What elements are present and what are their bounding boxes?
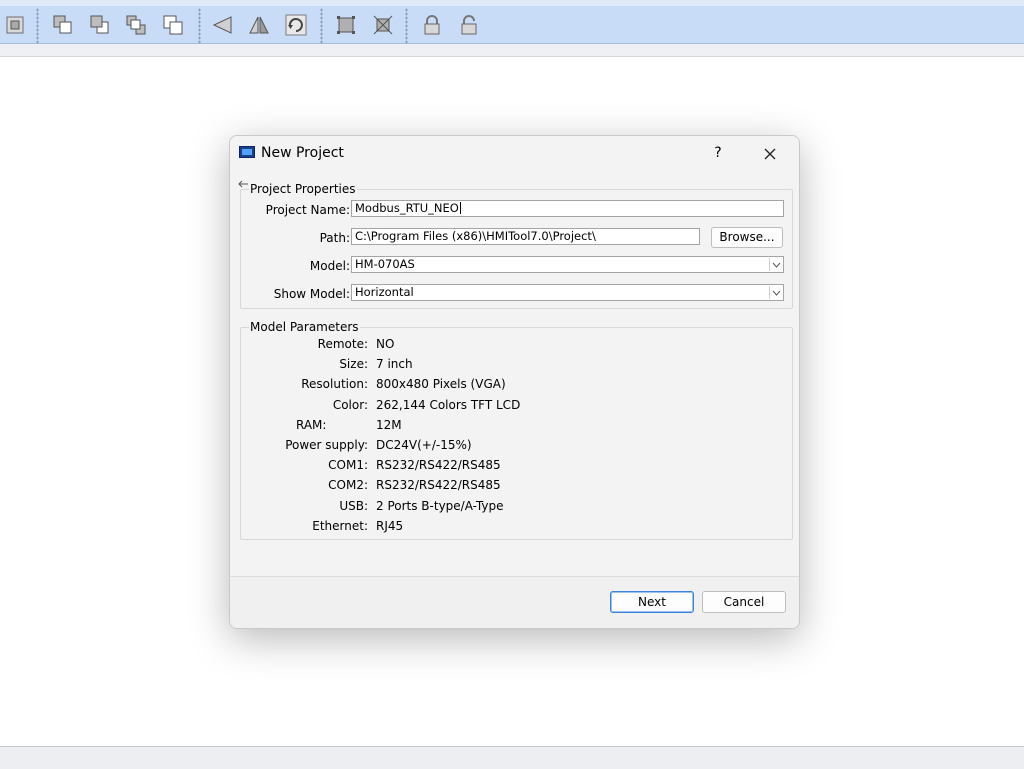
param-label: Resolution:: [301, 377, 368, 391]
ruler-strip: [0, 44, 1024, 57]
param-value: RS232/RS422/RS485: [376, 478, 501, 492]
param-label: USB:: [339, 499, 368, 513]
path-label: Path:: [319, 231, 350, 245]
show-model-value: Horizontal: [355, 285, 414, 299]
next-button[interactable]: Next: [610, 591, 694, 613]
cancel-button[interactable]: Cancel: [702, 591, 786, 613]
param-value: 12M: [376, 418, 402, 432]
param-label: Size:: [339, 357, 368, 371]
unlock-icon[interactable]: [456, 12, 482, 38]
project-name-label: Project Name:: [265, 203, 350, 217]
object-icon[interactable]: [2, 12, 28, 38]
project-name-value: Modbus_RTU_NEO: [355, 201, 459, 215]
bring-front-icon[interactable]: [50, 12, 76, 38]
group-icon[interactable]: [333, 12, 359, 38]
close-icon: [764, 148, 776, 160]
param-label: COM1:: [328, 458, 368, 472]
browse-button[interactable]: Browse...: [711, 227, 783, 248]
status-bar: [0, 746, 1024, 769]
param-label: Remote:: [317, 337, 368, 351]
param-value: RJ45: [376, 519, 404, 533]
project-name-input[interactable]: Modbus_RTU_NEO: [351, 200, 784, 217]
param-label: Power supply:: [285, 438, 368, 452]
ungroup-icon[interactable]: [370, 12, 396, 38]
rotate-icon[interactable]: [283, 12, 309, 38]
close-button[interactable]: [752, 142, 788, 166]
show-model-label: Show Model:: [273, 287, 350, 301]
flip-vertical-icon[interactable]: [246, 12, 272, 38]
dialog-title: New Project: [261, 145, 344, 161]
hmi-app-icon: [239, 146, 255, 158]
show-model-select[interactable]: Horizontal: [351, 284, 784, 301]
chevron-down-icon[interactable]: [769, 258, 782, 271]
param-value: DC24V(+/-15%): [376, 438, 472, 452]
param-value: 262,144 Colors TFT LCD: [376, 398, 521, 412]
back-arrow-icon: [238, 180, 248, 188]
model-value: HM-070AS: [355, 257, 415, 271]
send-back-icon[interactable]: [87, 12, 113, 38]
send-backward-icon[interactable]: [160, 12, 186, 38]
chevron-down-icon[interactable]: [769, 286, 782, 299]
help-button[interactable]: ?: [700, 142, 736, 166]
param-label: RAM:: [296, 418, 327, 432]
lock-icon[interactable]: [419, 12, 445, 38]
param-value: 2 Ports B-type/A-Type: [376, 499, 504, 513]
param-label: Ethernet:: [312, 519, 368, 533]
param-value: 7 inch: [376, 357, 413, 371]
bring-forward-icon[interactable]: [123, 12, 149, 38]
dialog-titlebar[interactable]: New Project ?: [230, 136, 799, 170]
project-properties-label: Project Properties: [249, 182, 357, 196]
param-value: RS232/RS422/RS485: [376, 458, 501, 472]
param-label: COM2:: [328, 478, 368, 492]
path-input[interactable]: C:\Program Files (x86)\HMITool7.0\Projec…: [351, 228, 700, 245]
toolbar: [0, 0, 1024, 44]
param-value: NO: [376, 337, 395, 351]
flip-horizontal-icon[interactable]: [209, 12, 235, 38]
param-value: 800x480 Pixels (VGA): [376, 377, 506, 391]
param-label: Color:: [332, 398, 368, 412]
dialog-footer: Next Cancel: [230, 577, 799, 628]
model-parameters-label: Model Parameters: [249, 320, 360, 334]
model-label: Model:: [309, 259, 350, 273]
model-select[interactable]: HM-070AS: [351, 256, 784, 273]
new-project-dialog: New Project ? Project Properties Project…: [229, 135, 800, 629]
